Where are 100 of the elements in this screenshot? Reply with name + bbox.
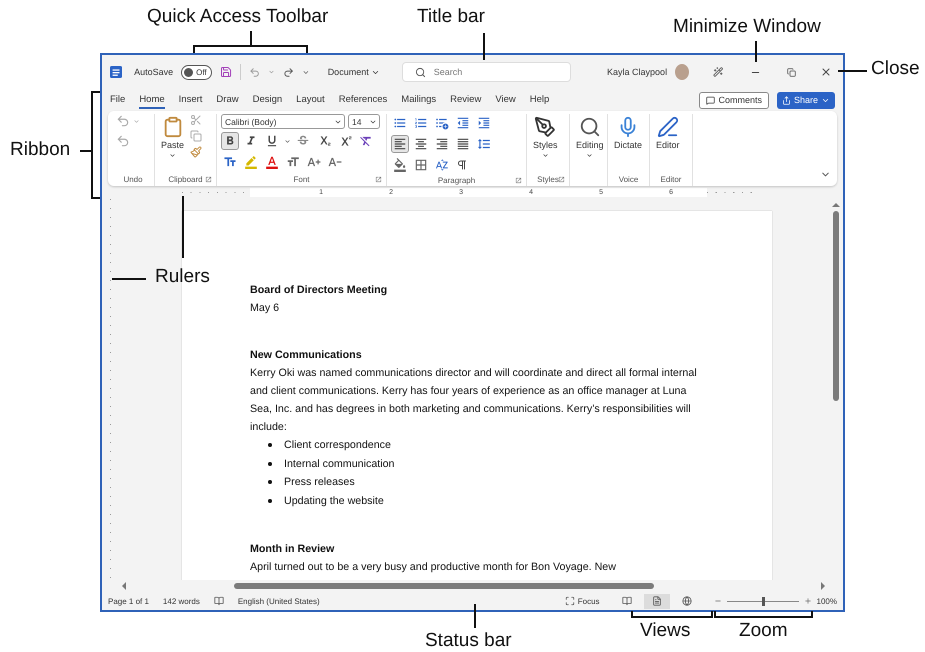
ribbon-tab[interactable]: Insert — [178, 91, 202, 109]
font-color-icon — [265, 155, 279, 169]
bullet-item: Press releases — [284, 475, 355, 490]
callout-label: Minimize Window — [673, 16, 821, 38]
document-title: Board of Directors Meeting — [250, 283, 388, 298]
font-size-field[interactable]: 14 — [348, 114, 380, 129]
ribbon-tab[interactable]: Help — [530, 91, 550, 109]
ribbon-tab[interactable]: Layout — [296, 91, 325, 109]
dialog-launcher-icon[interactable] — [205, 176, 212, 182]
share-icon — [782, 96, 791, 104]
undo-icon[interactable] — [248, 66, 260, 78]
editing-button[interactable]: Editing — [574, 114, 606, 172]
autosave-label: AutoSave — [134, 67, 174, 77]
callout-label: Rulers — [155, 266, 210, 288]
text-effects-icon — [223, 155, 237, 169]
leader-line — [474, 604, 476, 628]
section-heading: Month in Review — [250, 542, 336, 557]
justify-icon — [456, 137, 470, 151]
caret-icon[interactable] — [284, 138, 291, 144]
leader-line — [182, 196, 184, 258]
caret-icon — [586, 152, 594, 159]
ribbon-tab[interactable]: Review — [450, 91, 482, 109]
ribbon-tab[interactable]: View — [495, 91, 516, 109]
dictate-button[interactable]: Dictate — [612, 114, 644, 172]
restore-icon — [786, 68, 796, 76]
paragraph: April turned out to be a very busy and productive month for Bon Voyage. New — [250, 560, 617, 575]
ribbon-tab[interactable]: File — [110, 91, 126, 109]
leader-line — [112, 278, 146, 280]
search-icon — [414, 66, 426, 78]
underline-icon — [265, 134, 279, 148]
caret-icon — [542, 152, 549, 159]
bullets-icon — [393, 116, 407, 130]
close-icon — [820, 66, 832, 78]
search-field[interactable]: Search — [402, 62, 572, 82]
caret-icon — [169, 152, 176, 159]
shading-icon — [393, 158, 407, 172]
document-name-button[interactable]: Document — [328, 67, 380, 77]
increase-indent-icon — [477, 116, 491, 130]
leader-line — [755, 41, 757, 62]
bullet-icon — [268, 480, 272, 484]
multilevel-list-icon — [435, 116, 449, 130]
document-date: May 6 — [250, 301, 280, 316]
print-view-button[interactable] — [644, 594, 670, 608]
paragraph: Kerry Oki was named communications director and will coordinate and direct all formal internal and client communications. Kerry has four years of experience as an office manager at Luna Sea, Inc. and has degrees in both marketing and communications. Kerry’s responsibilities will include: — [250, 366, 698, 435]
ribbon-tab[interactable]: References — [338, 91, 388, 109]
dialog-launcher-icon[interactable] — [558, 176, 565, 182]
page-count: Page 1 of 1 — [108, 596, 149, 606]
sort-icon — [435, 158, 449, 172]
group-label: Styles — [537, 174, 559, 184]
group-label: Undo — [123, 174, 143, 184]
editor-button[interactable]: Editor — [654, 114, 682, 172]
app-logo-icon[interactable] — [110, 65, 122, 79]
leader-line — [483, 33, 485, 60]
autosave-toggle[interactable]: Off — [181, 64, 212, 80]
numbering-icon — [414, 116, 428, 130]
callout-label: Ribbon — [10, 139, 70, 161]
leader-line — [838, 70, 867, 72]
clear-formatting-icon — [359, 134, 373, 148]
group-label: Clipboard — [168, 174, 203, 184]
read-view-icon — [622, 596, 632, 606]
ribbon-tab[interactable]: Design — [252, 91, 282, 109]
bullet-item: Internal communication — [284, 456, 394, 472]
print-view-icon — [652, 596, 662, 606]
align-left-button[interactable] — [391, 135, 409, 153]
user-name: Kayla Claypool — [607, 67, 668, 77]
bullet-icon — [268, 462, 272, 466]
show-marks-icon — [456, 159, 468, 171]
callout-label: Views — [640, 620, 690, 642]
bullet-icon — [268, 498, 272, 503]
ribbon-tab[interactable]: Draw — [216, 91, 239, 109]
share-button[interactable]: Share — [776, 92, 835, 108]
redo-icon[interactable] — [282, 66, 294, 78]
zoom-in-icon[interactable] — [804, 597, 812, 605]
highlighter-icon — [244, 155, 258, 169]
group-label: Editor — [660, 174, 682, 184]
format-painter-icon[interactable] — [190, 146, 202, 158]
dialog-launcher-icon[interactable] — [515, 176, 522, 184]
styles-icon — [534, 116, 556, 138]
grow-font-icon — [307, 155, 321, 169]
shading-button[interactable] — [391, 156, 409, 174]
comments-button[interactable]: Comments — [699, 92, 769, 108]
bold-button[interactable] — [221, 132, 239, 150]
zoom-slider-thumb[interactable] — [762, 596, 765, 606]
save-icon[interactable] — [220, 65, 232, 79]
proofing-icon[interactable] — [214, 596, 224, 606]
bullet-icon — [268, 443, 272, 448]
styles-button[interactable]: Styles — [531, 114, 560, 172]
group-label: Voice — [618, 174, 638, 184]
zoom-percent: 100% — [816, 596, 837, 606]
align-right-icon — [435, 137, 449, 151]
focus-label[interactable]: Focus — [578, 596, 600, 606]
paste-button[interactable]: Paste — [159, 114, 186, 172]
section-heading: New Communications — [250, 348, 363, 363]
ribbon-tab[interactable]: Mailings — [401, 91, 436, 109]
callout-label: Title bar — [417, 6, 485, 28]
dialog-launcher-icon[interactable] — [375, 176, 382, 182]
ribbon-tab[interactable]: Home — [139, 91, 165, 109]
focus-icon[interactable] — [564, 596, 575, 606]
font-name-field[interactable]: Calibri (Body) — [221, 114, 345, 129]
callout-label: Quick Access Toolbar — [147, 6, 328, 28]
